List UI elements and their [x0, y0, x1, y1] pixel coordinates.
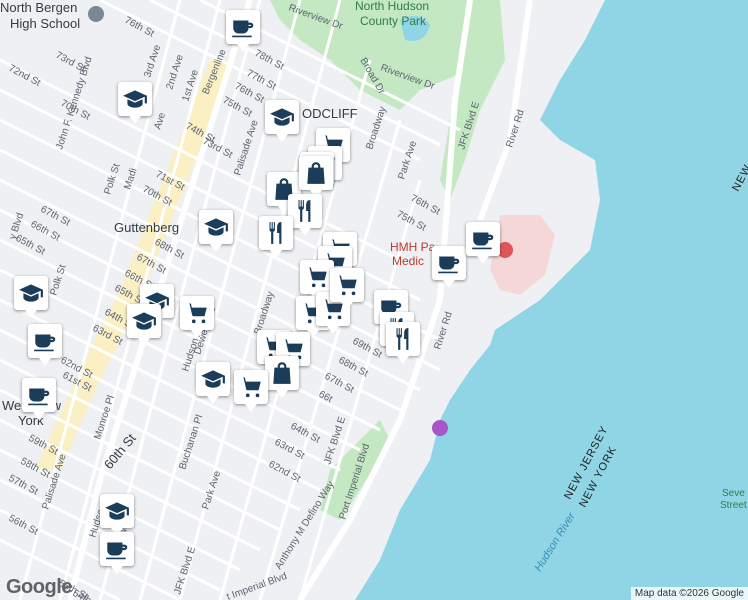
map-marker-restaurant[interactable] [288, 194, 322, 236]
label-woodcliff: ODCLIFF [302, 106, 358, 121]
label-guttenberg: Guttenberg [114, 220, 179, 235]
school-icon [200, 366, 226, 392]
map-marker-school[interactable] [265, 100, 299, 142]
label-north-bergen-hs: North Bergen [0, 0, 77, 15]
label-seven-street: Seve [722, 488, 745, 499]
map-marker-school[interactable] [199, 210, 233, 252]
label-north-bergen-hs-2: High School [10, 16, 80, 31]
map-marker-restaurant[interactable] [259, 216, 293, 258]
map-marker-coffee[interactable] [466, 222, 500, 264]
shopping-bag-icon [303, 160, 329, 186]
map-marker-coffee[interactable] [28, 324, 62, 366]
shopping-bag-icon [269, 360, 295, 386]
map-marker-school[interactable] [127, 304, 161, 346]
map-attribution[interactable]: Map data ©2026 Google [630, 587, 748, 600]
map-marker-coffee[interactable] [432, 246, 466, 288]
map-marker-shopping-cart[interactable] [330, 268, 364, 310]
label-north-hudson-park: North Hudson [355, 0, 429, 13]
label-hospital: HMH Pa [390, 240, 436, 254]
school-icon [104, 498, 130, 524]
school-icon [269, 104, 295, 130]
restaurant-icon [390, 326, 416, 352]
map-marker-shopping-bag[interactable] [299, 156, 333, 198]
map-marker-coffee[interactable] [22, 378, 56, 420]
coffee-icon [470, 226, 496, 252]
north-bergen-hs-poi-icon[interactable] [88, 6, 104, 22]
restaurant-icon [263, 220, 289, 246]
school-icon [131, 308, 157, 334]
shopping-cart-icon [184, 300, 210, 326]
coffee-icon [104, 536, 130, 562]
coffee-icon [32, 328, 58, 354]
map-marker-shopping-cart[interactable] [234, 370, 268, 412]
shopping-cart-icon [238, 374, 264, 400]
google-logo[interactable]: Google [6, 576, 72, 599]
map-marker-school[interactable] [100, 494, 134, 536]
museum-poi-icon[interactable] [432, 420, 448, 436]
shopping-cart-icon [334, 272, 360, 298]
map-marker-restaurant[interactable] [386, 322, 420, 364]
map-marker-school[interactable] [14, 276, 48, 318]
coffee-icon [436, 250, 462, 276]
label-seven-street-2: Street B [720, 500, 748, 511]
map-marker-coffee[interactable] [226, 10, 260, 52]
map-marker-shopping-cart[interactable] [180, 296, 214, 338]
label-north-hudson-park-2: County Park [360, 14, 427, 28]
map-marker-school[interactable] [196, 362, 230, 404]
map-marker-school[interactable] [118, 82, 152, 124]
school-icon [122, 86, 148, 112]
shopping-cart-icon [304, 264, 330, 290]
map-marker-shopping-cart[interactable] [300, 260, 334, 302]
restaurant-icon [292, 198, 318, 224]
coffee-icon [230, 14, 256, 40]
school-icon [18, 280, 44, 306]
coffee-icon [26, 382, 52, 408]
school-icon [203, 214, 229, 240]
map-marker-shopping-bag[interactable] [265, 356, 299, 398]
label-hospital-2: Medic [392, 254, 424, 268]
map-marker-coffee[interactable] [100, 532, 134, 574]
